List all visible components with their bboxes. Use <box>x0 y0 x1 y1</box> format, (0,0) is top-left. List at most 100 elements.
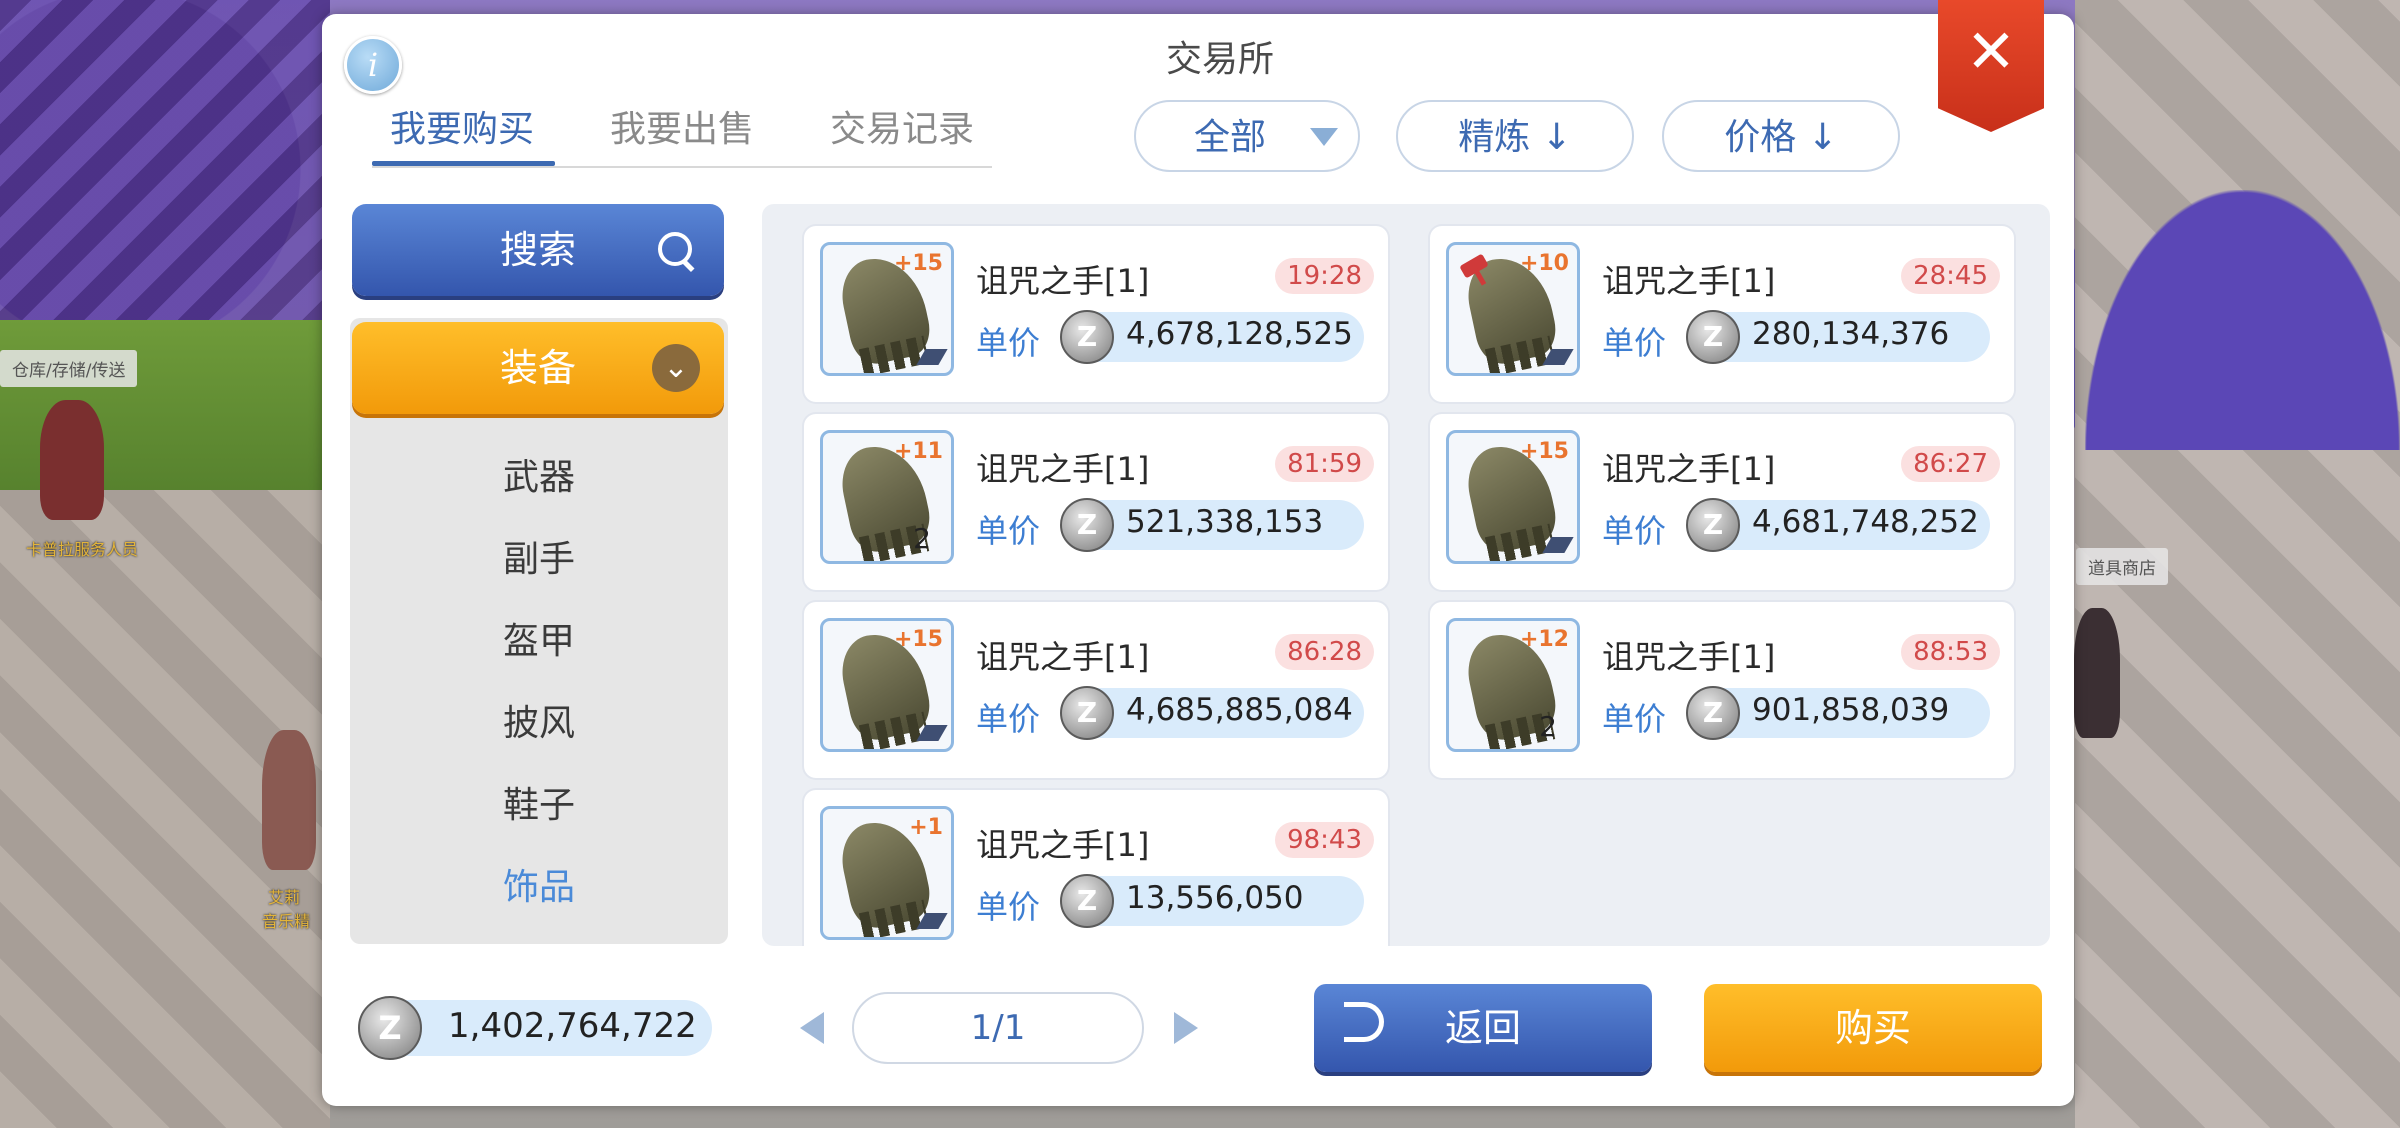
time-remaining: 81:59 <box>1275 446 1374 482</box>
zeny-icon: Z <box>358 996 422 1060</box>
zeny-icon: Z <box>1060 686 1114 740</box>
item-slot[interactable]: +15 <box>1446 430 1580 564</box>
unit-price: 13,556,050 <box>1126 880 1304 916</box>
npc-name-music: 音乐精 <box>262 912 311 931</box>
time-remaining: 86:27 <box>1901 446 2000 482</box>
item-slot[interactable]: +10 <box>1446 242 1580 376</box>
category-weapon[interactable]: 武器 <box>350 448 728 500</box>
npc-kafra[interactable] <box>40 400 104 520</box>
category-armor[interactable]: 盔甲 <box>350 612 728 664</box>
close-icon: ✕ <box>1965 17 2017 87</box>
unit-price: 4,681,748,252 <box>1752 504 1979 540</box>
item-name: 诅咒之手[1] <box>976 262 1150 300</box>
wallet-balance: 1,402,764,722 <box>448 1006 697 1046</box>
zeny-icon: Z <box>1060 874 1114 928</box>
item-name: 诅咒之手[1] <box>976 638 1150 676</box>
tab-history[interactable]: 交易记录 <box>830 100 974 152</box>
item-name: 诅咒之手[1] <box>1602 638 1776 676</box>
listing-card[interactable]: +15 诅咒之手[1] 86:27 单价 Z 4,681,748,252 <box>1430 414 2014 590</box>
prev-page-icon[interactable] <box>800 1012 824 1044</box>
item-name: 诅咒之手[1] <box>1602 450 1776 488</box>
close-button[interactable]: ✕ <box>1938 0 2044 132</box>
category-offhand[interactable]: 副手 <box>350 530 728 582</box>
scene-dome <box>2085 190 2400 450</box>
search-button-label: 搜索 <box>499 228 576 272</box>
equipment-dropdown[interactable]: 装备 ⌄ <box>352 322 724 414</box>
tab-buy[interactable]: 我要购买 <box>390 100 534 152</box>
unit-price-label: 单价 <box>1602 700 1667 738</box>
refine-level: +11 <box>893 439 943 464</box>
chevron-down-icon: ⌄ <box>652 344 700 392</box>
unit-price: 4,678,128,525 <box>1126 316 1353 352</box>
page-indicator: 1/1 <box>852 992 1144 1064</box>
unit-price-label: 单价 <box>976 888 1041 926</box>
refine-sort-button[interactable]: 精炼 ↓ <box>1396 100 1634 172</box>
tab-active-underline <box>372 161 555 166</box>
time-remaining: 98:43 <box>1275 822 1374 858</box>
unit-price: 901,858,039 <box>1752 692 1950 728</box>
zeny-icon: Z <box>1060 498 1114 552</box>
back-button-label: 返回 <box>1444 1006 1521 1050</box>
listing-card[interactable]: +1 诅咒之手[1] 98:43 单价 Z 13,556,050 <box>804 790 1388 946</box>
buy-button[interactable]: 购买 <box>1704 984 2042 1072</box>
listing-grid[interactable]: +15 诅咒之手[1] 19:28 单价 Z 4,678,128,525 +10… <box>762 204 2050 946</box>
listing-card[interactable]: +12 2 诅咒之手[1] 88:53 单价 Z 901,858,039 <box>1430 602 2014 778</box>
zeny-icon: Z <box>1686 498 1740 552</box>
npc-alie[interactable] <box>262 730 316 870</box>
category-shoes[interactable]: 鞋子 <box>350 776 728 828</box>
category-cloak[interactable]: 披风 <box>350 694 728 746</box>
return-icon <box>1344 1002 1384 1042</box>
refine-level: +12 <box>1519 627 1569 652</box>
refine-level: +1 <box>909 815 943 840</box>
unit-price-label: 单价 <box>1602 512 1667 550</box>
unit-price-label: 单价 <box>1602 324 1667 362</box>
refine-level: +15 <box>1519 439 1569 464</box>
back-button[interactable]: 返回 <box>1314 984 1652 1072</box>
item-quantity: 2 <box>913 522 931 555</box>
unit-price-label: 单价 <box>976 700 1041 738</box>
item-slot[interactable]: +12 2 <box>1446 618 1580 752</box>
item-slot[interactable]: +11 2 <box>820 430 954 564</box>
item-name: 诅咒之手[1] <box>976 450 1150 488</box>
item-slot[interactable]: +15 <box>820 618 954 752</box>
refine-level: +10 <box>1519 251 1569 276</box>
search-icon <box>658 232 692 266</box>
listing-card[interactable]: +11 2 诅咒之手[1] 81:59 单价 Z 521,338,153 <box>804 414 1388 590</box>
next-page-icon[interactable] <box>1174 1012 1198 1044</box>
unit-price: 521,338,153 <box>1126 504 1324 540</box>
item-name: 诅咒之手[1] <box>1602 262 1776 300</box>
npc-name-alie: 艾莉 <box>268 888 301 907</box>
category-accessory[interactable]: 饰品 <box>350 858 728 910</box>
dropdown-arrow-icon <box>1310 128 1338 146</box>
unit-price: 4,685,885,084 <box>1126 692 1353 728</box>
time-remaining: 86:28 <box>1275 634 1374 670</box>
unit-price-label: 单价 <box>976 324 1041 362</box>
refine-level: +15 <box>893 627 943 652</box>
price-sort-button[interactable]: 价格 ↓ <box>1662 100 1900 172</box>
listing-card[interactable]: +10 诅咒之手[1] 28:45 单价 Z 280,134,376 <box>1430 226 2014 402</box>
category-dropdown-label: 全部 <box>1194 117 1267 158</box>
npc-label-storage[interactable]: 仓库/存储/传送 <box>0 350 138 387</box>
tab-sell[interactable]: 我要出售 <box>610 100 754 152</box>
listing-card[interactable]: +15 诅咒之手[1] 86:28 单价 Z 4,685,885,084 <box>804 602 1388 778</box>
item-slot[interactable]: +1 <box>820 806 954 940</box>
npc-label-item-shop[interactable]: 道具商店 <box>2076 548 2168 585</box>
unit-price: 280,134,376 <box>1752 316 1950 352</box>
time-remaining: 88:53 <box>1901 634 2000 670</box>
item-quantity: 2 <box>1539 710 1557 743</box>
search-button[interactable]: 搜索 <box>352 204 724 296</box>
equipment-label: 装备 <box>499 346 576 390</box>
time-remaining: 19:28 <box>1275 258 1374 294</box>
listing-card[interactable]: +15 诅咒之手[1] 19:28 单价 Z 4,678,128,525 <box>804 226 1388 402</box>
tab-divider <box>372 166 992 168</box>
zeny-icon: Z <box>1686 686 1740 740</box>
unit-price-label: 单价 <box>976 512 1041 550</box>
zeny-icon: Z <box>1686 310 1740 364</box>
npc-name-kafra: 卡普拉服务人员 <box>26 540 139 559</box>
refine-level: +15 <box>893 251 943 276</box>
item-slot[interactable]: +15 <box>820 242 954 376</box>
info-icon[interactable]: i <box>344 36 402 94</box>
category-dropdown[interactable]: 全部 <box>1134 100 1360 172</box>
zeny-icon: Z <box>1060 310 1114 364</box>
npc-shopkeeper[interactable] <box>2074 608 2120 738</box>
